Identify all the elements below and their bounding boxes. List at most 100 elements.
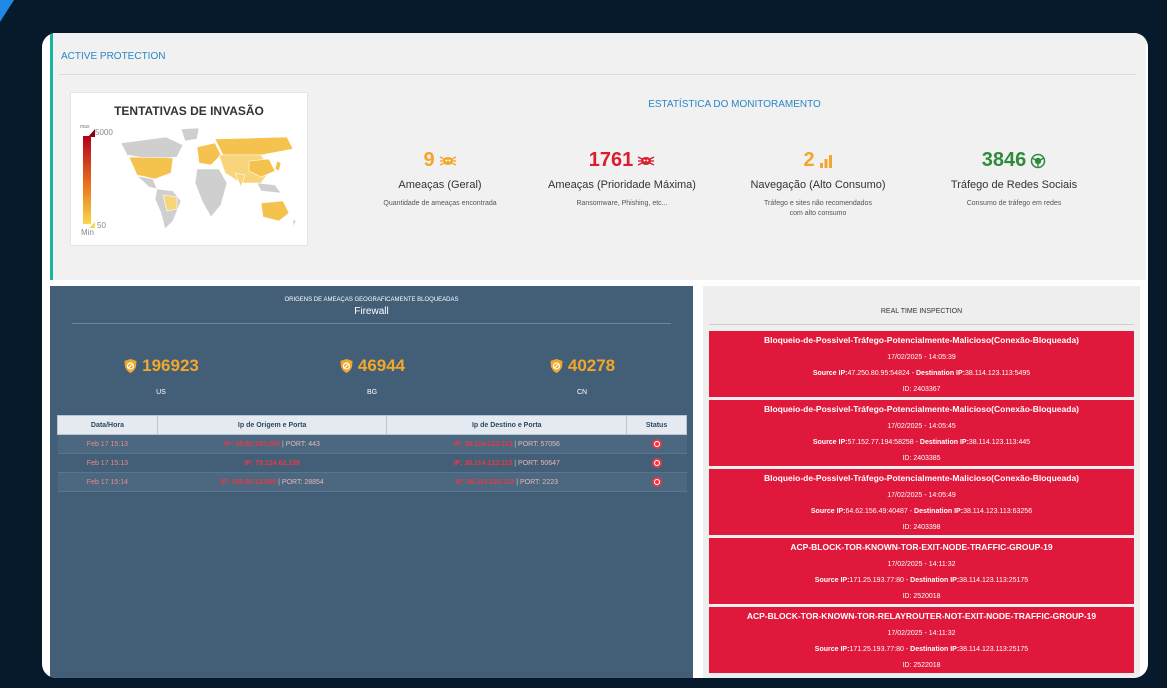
column-header-status[interactable]: Status (626, 415, 687, 435)
stat-threats-priority[interactable]: 1761 Ameaças (Prioridade Máxima) Ransomw… (537, 149, 707, 209)
stat-social-traffic[interactable]: 3846 Tráfego de Redes Sociais Consumo de… (929, 149, 1099, 209)
stat-value: 9 (423, 149, 456, 172)
destination-label: Destination IP: (914, 508, 964, 515)
legend-min-label: Min (81, 228, 94, 237)
stat-label: Ameaças (Prioridade Máxima) (548, 179, 696, 191)
blocked-status-icon[interactable] (651, 458, 662, 468)
country-stat-us[interactable]: 196923 US (81, 356, 241, 396)
id-label: ID: (902, 662, 914, 669)
list-item[interactable]: Bloqueio-de-Possivel-Tráfego-Potencialme… (709, 400, 1134, 466)
cell-destination: IP: 38.114.123.113 | PORT: 50647 (386, 453, 627, 473)
event-id: ID: 2403367 (709, 386, 1134, 393)
stat-number: 2 (803, 149, 815, 171)
event-name: Bloqueio-de-Possivel-Tráfego-Potencialme… (763, 404, 1080, 414)
stat-number: 9 (423, 149, 435, 171)
source-port: | PORT: 443 (280, 440, 320, 448)
realtime-event-list[interactable]: Bloqueio-de-Possivel-Tráfego-Potencialme… (709, 331, 1134, 676)
destination-ip: 38.114.123.113:445 (968, 439, 1031, 446)
source-ip: IP: 185.65.12.960 (220, 478, 277, 486)
destination-label: Destination IP: (919, 439, 969, 446)
realtime-title: REAL TIME INSPECTION (880, 308, 963, 315)
country-count-value: 40278 (567, 356, 616, 375)
country-count-value: 196923 (142, 356, 199, 375)
source-label: Source IP: (814, 577, 850, 584)
column-header-destination[interactable]: Ip de Destino e Porta (386, 415, 628, 435)
divider (59, 74, 1136, 75)
map-region-new-zealand (292, 218, 297, 228)
stat-description: Ransomware, Phishing, etc... (576, 200, 668, 207)
geo-panel-subtitle: Firewall (354, 306, 389, 317)
event-id: ID: 2403398 (709, 524, 1134, 531)
stat-label: Tráfego de Redes Sociais (950, 179, 1078, 191)
cell-source: IP: 49.80.103.263 | PORT: 443 (157, 434, 387, 454)
event-id: ID: 2520018 (709, 593, 1134, 600)
country-stat-bg[interactable]: 46944 BG (292, 356, 452, 396)
stat-number: 1761 (588, 149, 634, 171)
table-row[interactable]: Feb 17 15:13 IP: 49.80.103.263 | PORT: 4… (57, 434, 687, 454)
table-row[interactable]: Feb 17 15:14 IP: 185.65.12.960 | PORT: 2… (57, 472, 687, 492)
shield-icon (340, 359, 353, 373)
list-item[interactable]: ACP-BLOCK-TOR-KNOWN-TOR-EXIT-NODE-TRAFFI… (709, 538, 1134, 604)
destination-ip: 38.114.123.113:63256 (963, 508, 1033, 515)
blocked-status-icon[interactable] (651, 477, 662, 487)
list-item[interactable]: Bloqueio-de-Possivel-Tráfego-Potencialme… (709, 469, 1134, 535)
stat-value: 1761 (589, 149, 656, 172)
world-map[interactable] (111, 125, 301, 235)
destination-ip: 38.114.123.113:25175 (959, 577, 1029, 584)
shield-icon (550, 359, 563, 373)
country-count: 40278 (549, 356, 615, 376)
id-value: 2403385 (913, 455, 941, 462)
list-item[interactable]: Bloqueio-de-Possivel-Tráfego-Potencialme… (709, 331, 1134, 397)
event-id: ID: 2403385 (709, 455, 1134, 462)
id-value: 2403367 (913, 386, 941, 393)
country-code: CN (576, 389, 588, 396)
map-region-australia (260, 200, 290, 222)
cell-status (626, 434, 687, 454)
event-name: ACP-BLOCK-TOR-KNOWN-TOR-RELAYROUTER-NOT-… (746, 611, 1097, 621)
stat-value: 2 (803, 149, 832, 172)
id-value: 2520018 (913, 593, 941, 600)
country-code: US (156, 389, 166, 396)
event-name: ACP-BLOCK-TOR-KNOWN-TOR-EXIT-NODE-TRAFFI… (790, 542, 1053, 552)
divider (72, 323, 671, 324)
event-ips: Source IP:47.250.80.95:54824 - Destinati… (709, 370, 1134, 377)
id-label: ID: (902, 386, 914, 393)
cell-date: Feb 17 15:13 (57, 434, 158, 454)
id-value: 2522018 (913, 662, 941, 669)
stat-navigation-high[interactable]: 2 Navegação (Alto Consumo) Tráfego e sit… (733, 149, 903, 219)
event-time: 17/02/2025 - 14:05:45 (887, 423, 956, 430)
destination-label: Destination IP: (916, 370, 966, 377)
source-ip: 171.25.193.77:80 (849, 646, 904, 653)
map-region-greenland (180, 127, 200, 142)
blocked-status-icon[interactable] (651, 439, 662, 449)
map-title: TENTATIVAS DE INVASÃO (114, 104, 264, 118)
realtime-inspection-panel: REAL TIME INSPECTION Bloqueio-de-Possive… (703, 286, 1140, 678)
column-header-date[interactable]: Data/Hora (57, 415, 158, 435)
cell-source: IP: 79.124.62.158 (157, 453, 387, 473)
stat-threats-general[interactable]: 9 Ameaças (Geral) Quantidade de ameaças … (355, 149, 525, 209)
country-stat-cn[interactable]: 40278 CN (502, 356, 662, 396)
source-port: | PORT: 28854 (276, 478, 324, 486)
stat-number: 3846 (981, 149, 1027, 171)
event-time: 17/02/2025 - 14:11:32 (887, 630, 956, 637)
source-ip: 64.62.156.49:40487 (845, 508, 908, 515)
id-value: 2403398 (913, 524, 941, 531)
destination-ip: IP: 38.114.123.113 (453, 440, 513, 448)
list-item[interactable]: ACP-BLOCK-TOR-KNOWN-TOR-RELAYROUTER-NOT-… (709, 607, 1134, 673)
destination-port: | PORT: 50647 (512, 459, 560, 467)
event-time: 17/02/2025 - 14:05:49 (887, 492, 956, 499)
stat-value: 3846 (982, 149, 1047, 172)
table-row[interactable]: Feb 17 15:13 IP: 79.124.62.158 IP: 38.11… (57, 453, 687, 473)
source-label: Source IP: (812, 370, 848, 377)
event-ips: Source IP:64.62.156.49:40487 - Destinati… (709, 508, 1134, 515)
source-ip: IP: 49.80.103.263 (224, 440, 281, 448)
destination-ip: 38.114.123.113:25175 (959, 646, 1029, 653)
stat-label: Ameaças (Geral) (398, 179, 482, 191)
source-ip: 47.250.80.95:54824 (847, 370, 910, 377)
cell-destination: IP: 38.114.123.113 | PORT: 57056 (386, 434, 627, 454)
invasion-map-card[interactable]: TENTATIVAS DE INVASÃO max 5000 50 Min (70, 92, 308, 246)
column-header-source[interactable]: Ip de Origem e Porta (156, 415, 388, 435)
virus-icon (439, 155, 456, 166)
map-region-sea (256, 182, 282, 194)
stat-description-line: Tráfego e sites não recomendados (764, 200, 872, 207)
